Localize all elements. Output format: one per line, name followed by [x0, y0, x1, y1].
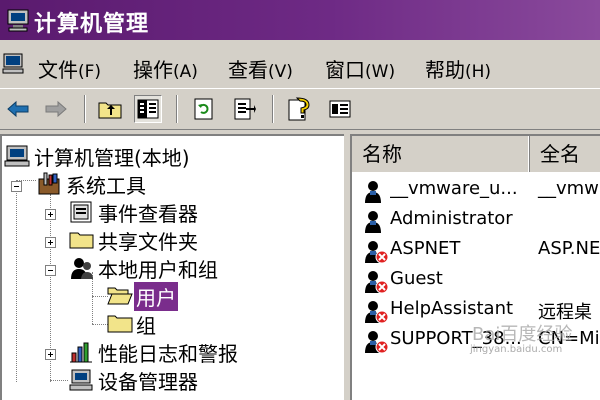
- refresh-button[interactable]: [190, 95, 218, 123]
- up-folder-icon: [98, 102, 122, 119]
- back-arrow-icon: [7, 100, 29, 118]
- toolbar: [0, 88, 600, 130]
- help-icon: [288, 97, 310, 121]
- forward-button[interactable]: [42, 95, 70, 123]
- tree-root-label: 计算机管理(本地): [34, 145, 190, 170]
- menu-window[interactable]: 窗口(W): [325, 54, 395, 83]
- help-button[interactable]: [286, 95, 314, 123]
- open-folder-icon: [107, 287, 133, 305]
- menu-file-label: 文件: [38, 58, 78, 82]
- back-button[interactable]: [4, 95, 32, 123]
- toolbar-separator: [176, 95, 178, 123]
- table-row[interactable]: ASPNET ASP.NE: [352, 236, 600, 264]
- toolbar-separator: [272, 95, 274, 123]
- forward-arrow-icon: [45, 100, 67, 118]
- menu-file-key: (F): [78, 62, 102, 82]
- tree-node-device-manager[interactable]: 设备管理器: [68, 366, 200, 394]
- watermark: Bai百度经验: [472, 324, 573, 345]
- tree-system-tools-label: 系统工具: [66, 173, 146, 198]
- disabled-user-icon: [365, 301, 388, 324]
- tree-users-label: 用户: [134, 281, 178, 311]
- system-tools-icon: [38, 172, 60, 195]
- user-fullname-cell: __vmwa: [538, 178, 600, 199]
- export-list-icon: [234, 98, 256, 120]
- user-name-cell: ASPNET: [390, 238, 461, 259]
- properties-icon: [329, 100, 351, 118]
- user-name-cell: HelpAssistant: [390, 298, 514, 319]
- user-name-cell: __vmware_u...: [390, 178, 518, 199]
- collapse-toggle[interactable]: [45, 265, 56, 276]
- user-name-cell: Administrator: [390, 208, 513, 229]
- tree-connector: [50, 380, 68, 381]
- device-manager-icon: [69, 369, 93, 391]
- show-hide-tree-icon: [137, 99, 159, 119]
- tree-event-viewer-label: 事件查看器: [98, 201, 198, 226]
- table-row[interactable]: Guest: [352, 266, 600, 294]
- menu-bar: 文件(F) 操作(A) 查看(V) 窗口(W) 帮助(H): [0, 44, 600, 86]
- refresh-icon: [194, 98, 213, 120]
- expand-toggle[interactable]: [45, 237, 56, 248]
- tree-shared-folders-label: 共享文件夹: [98, 229, 198, 254]
- menu-action-key: (A): [173, 62, 198, 82]
- tree-local-users-label: 本地用户和组: [98, 257, 218, 282]
- expand-toggle[interactable]: [45, 209, 56, 220]
- user-name-cell: Guest: [390, 268, 443, 289]
- disabled-user-icon: [365, 241, 388, 264]
- tree-node-system-tools[interactable]: 系统工具: [36, 170, 148, 198]
- menu-window-label: 窗口: [325, 58, 365, 82]
- tree-node-local-users-groups[interactable]: 本地用户和组: [68, 254, 220, 282]
- performance-logs-icon: [70, 342, 92, 363]
- menu-action[interactable]: 操作(A): [133, 54, 198, 83]
- collapse-toggle[interactable]: [11, 181, 22, 192]
- tree-node-root[interactable]: 计算机管理(本地): [4, 142, 192, 170]
- computer-management-icon: [7, 9, 29, 32]
- tree-device-manager-label: 设备管理器: [98, 369, 198, 394]
- tree-groups-label: 组: [136, 313, 156, 338]
- show-hide-tree-button[interactable]: [134, 95, 162, 123]
- user-icon: [365, 211, 381, 233]
- event-viewer-icon: [70, 201, 92, 223]
- table-row[interactable]: __vmware_u... __vmwa: [352, 176, 600, 204]
- menu-view[interactable]: 查看(V): [228, 54, 293, 83]
- menu-action-label: 操作: [133, 58, 173, 82]
- column-header-name[interactable]: 名称: [352, 136, 530, 172]
- tree-node-event-viewer[interactable]: 事件查看器: [68, 198, 200, 226]
- window-title: 计算机管理: [34, 12, 150, 37]
- folder-icon: [107, 315, 133, 333]
- computer-icon: [4, 145, 30, 167]
- details-list[interactable]: 名称 全名 __vmware_u... __vmwa Administrator AS…: [350, 134, 600, 400]
- menu-file[interactable]: 文件(F): [38, 54, 101, 83]
- up-one-level-button[interactable]: [96, 95, 124, 123]
- console-tree[interactable]: 计算机管理(本地) 系统工具 事件查看器 共享文件夹 本地用户和组 用户 组 性…: [0, 134, 344, 400]
- user-icon: [365, 181, 381, 203]
- title-bar[interactable]: 计算机管理: [0, 0, 600, 40]
- user-fullname-cell: ASP.NE: [538, 238, 600, 259]
- watermark-url: jingyan.baidu.com: [470, 344, 563, 355]
- table-row[interactable]: Administrator: [352, 206, 600, 234]
- shared-folder-icon: [69, 232, 94, 249]
- menu-window-key: (W): [365, 62, 396, 82]
- disabled-user-icon: [365, 331, 388, 354]
- tree-node-groups[interactable]: 组: [106, 310, 158, 338]
- tree-connector: [16, 180, 17, 382]
- tree-node-users[interactable]: 用户: [106, 281, 178, 311]
- export-list-button[interactable]: [230, 95, 258, 123]
- disabled-user-icon: [365, 271, 388, 294]
- menu-help-label: 帮助: [425, 58, 465, 82]
- tree-node-shared-folders[interactable]: 共享文件夹: [68, 226, 200, 254]
- menu-view-label: 查看: [228, 58, 268, 82]
- menu-help[interactable]: 帮助(H): [425, 54, 491, 83]
- list-header: 名称 全名: [352, 136, 600, 172]
- expand-toggle[interactable]: [45, 349, 56, 360]
- column-header-fullname[interactable]: 全名: [530, 136, 600, 172]
- toolbar-separator: [84, 95, 86, 123]
- menu-view-key: (V): [268, 62, 293, 82]
- menu-help-key: (H): [465, 62, 492, 82]
- tree-node-perf-logs[interactable]: 性能日志和警报: [68, 338, 240, 366]
- tree-perf-logs-label: 性能日志和警报: [98, 341, 238, 366]
- users-group-icon: [71, 258, 93, 279]
- properties-button[interactable]: [326, 95, 354, 123]
- system-menu-icon[interactable]: [2, 52, 26, 76]
